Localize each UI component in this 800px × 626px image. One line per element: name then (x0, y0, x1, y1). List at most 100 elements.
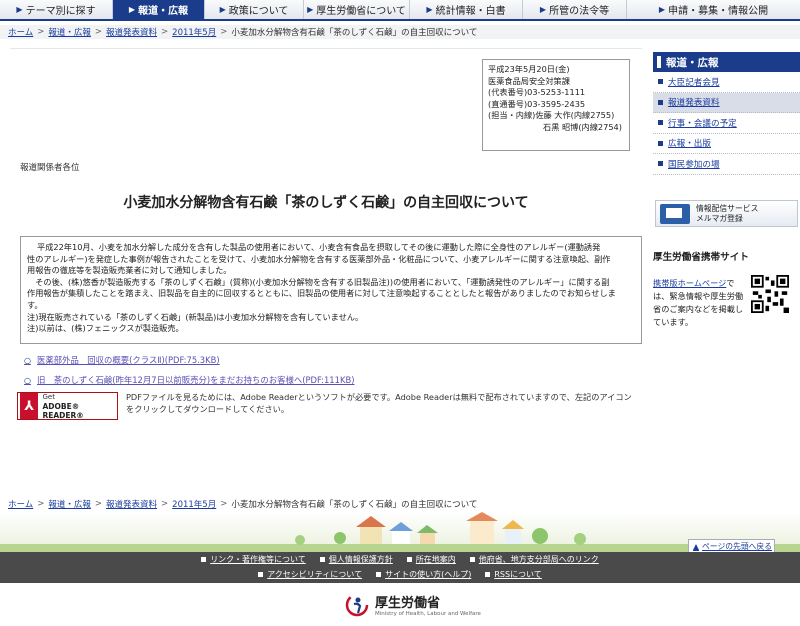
summary-line: その後、(株)悠香が製造販売する「茶のしずく石鹸」(質称)(小麦加水分解物を含有… (27, 276, 610, 287)
sidebar-item-label: 報道発表資料 (668, 98, 720, 109)
bullet-icon: ○ (24, 356, 31, 365)
page-top-label: ページの先頭へ戻る (702, 541, 773, 551)
department: 医薬食品局安全対策課 (488, 75, 570, 86)
breadcrumb-month[interactable]: 2011年5月 (172, 498, 216, 510)
footer-link-accessibility[interactable]: アクセシビリティについて (258, 569, 362, 580)
release-date: 平成23年5月20日(金) (488, 64, 570, 74)
summary-line: 作用報告が集積したことを踏まえ、旧製品を自主的に回収するとともに、旧製品の使用者… (27, 288, 616, 299)
summary-box: 平成22年10月、小麦を加水分解した成分を含有した製品の使用者において、小麦含有… (20, 236, 642, 344)
sidebar-item-participation[interactable]: 国民参加の場 (653, 154, 800, 175)
square-bullet-icon (376, 572, 382, 577)
footer-row-2: アクセシビリティについて サイトの使い方(ヘルプ) RSSについて (0, 567, 800, 582)
arrow-up-icon: ▲ (693, 541, 699, 551)
sidebar-item-publications[interactable]: 広報・出版 (653, 133, 800, 154)
footer-link-label: 所在地案内 (415, 555, 456, 564)
summary-line: す。 (27, 299, 43, 310)
sidebar-header-label: 報道・広報 (666, 56, 719, 69)
page-title: 小麦加水分解物含有石鹸「茶のしずく石鹸」の自主回収について (123, 195, 529, 211)
footer-row-1: リンク・著作権等について 個人情報保護方針 所在地案内 他府省、地方支分部局への… (0, 552, 800, 567)
nav-tab-applications[interactable]: ▶ 申請・募集・情報公開 (627, 0, 800, 19)
square-bullet-icon (658, 140, 663, 146)
breadcrumb: ホーム > 報道・広報 > 報道発表資料 > 2011年5月 > 小麦加水分解物… (0, 25, 800, 39)
press-info-box: 平成23年5月20日(金) 医薬食品局安全対策課 (代表番号)03-5253-1… (482, 59, 630, 151)
breadcrumb-current: 小麦加水分解物含有石鹸「茶のしずく石鹸」の自主回収について (231, 28, 478, 38)
sidebar-item-label: 大臣記者会見 (668, 77, 720, 88)
footer-link-label: RSSについて (494, 570, 542, 579)
footer-link-location[interactable]: 所在地案内 (406, 554, 456, 565)
adobe-reader-label: ADOBE® READER® (42, 401, 84, 420)
main-content: 平成23年5月20日(金) 医薬食品局安全対策課 (代表番号)03-5253-1… (10, 48, 642, 444)
square-bullet-icon (658, 99, 663, 105)
adobe-logo-icon: ⅄ (20, 393, 39, 419)
sidebar-item-events[interactable]: 行事・会議の予定 (653, 113, 800, 134)
square-bullet-icon (201, 557, 207, 562)
breadcrumb-home[interactable]: ホーム (8, 26, 33, 38)
ministry-emblem-icon (345, 593, 369, 616)
footer-link-privacy[interactable]: 個人情報保護方針 (319, 554, 393, 565)
sidebar-item-label: 広報・出版 (668, 139, 711, 150)
footer-link-help[interactable]: サイトの使い方(ヘルプ) (376, 569, 471, 580)
adobe-description: PDFファイルを見るためには、Adobe Readerというソフトが必要です。A… (126, 392, 632, 414)
square-bullet-icon (658, 161, 663, 167)
breadcrumb-press[interactable]: 報道・広報 (48, 498, 91, 510)
footer-illustration (0, 512, 800, 552)
square-bullet-icon (469, 557, 475, 562)
nav-tab-laws[interactable]: ▶ 所管の法令等 (523, 0, 627, 19)
summary-line: 注)以前は、(株)フェニックスが製造販売。 (27, 323, 184, 334)
square-bullet-icon (319, 557, 325, 562)
contact-person-1: (担当・内線)佐藤 大作(内線2755) (488, 110, 615, 120)
square-bullet-icon (406, 557, 412, 562)
ministry-name-en: Ministry of Health, Labour and Welfare (375, 611, 481, 617)
mobile-site-link[interactable]: 携帯版ホームページ (653, 278, 726, 288)
mobile-site-text: 携帯版ホームページでは、緊急情報や厚生労働省のご案内などを掲載しています。 (653, 277, 745, 329)
footer-link-copyright[interactable]: リンク・著作権等について (201, 554, 306, 565)
square-bullet-icon (658, 79, 663, 85)
footer-link-label: 他府省、地方支分部局へのリンク (478, 555, 599, 564)
square-bullet-icon (485, 572, 491, 577)
mail-banner-line2: メルマガ登録 (696, 213, 743, 223)
breadcrumb-releases[interactable]: 報道発表資料 (106, 498, 157, 510)
mail-banner-line1: 情報配信サービス (696, 203, 759, 213)
adobe-reader-button[interactable]: ⅄ Get ADOBE® READER® (17, 392, 118, 420)
breadcrumb-month[interactable]: 2011年5月 (172, 26, 216, 38)
mobile-site-heading: 厚生労働省携帯サイト (653, 252, 749, 263)
footer-link-label: リンク・著作権等について (210, 555, 306, 564)
breadcrumb-releases[interactable]: 報道発表資料 (106, 26, 157, 38)
nav-tab-statistics[interactable]: ▶ 統計情報・白書 (410, 0, 523, 19)
summary-line: 用報告の徹底等を製造販売業者に対して通知しました。 (27, 265, 232, 276)
sidebar-item-label: 国民参加の場 (668, 159, 720, 170)
nav-tab-about[interactable]: ▶ 厚生労働省について (304, 0, 410, 19)
pdf-link-customer-notice[interactable]: ○ 旧 茶のしずく石鹸(昨年12月7日以前販売分)をまだお持ちのお客様へ(PDF… (24, 374, 354, 386)
nav-tab-policy[interactable]: ▶ 政策について (205, 0, 304, 19)
sidebar-item-press-releases[interactable]: 報道発表資料 (653, 92, 800, 113)
breadcrumb-home[interactable]: ホーム (8, 498, 33, 510)
addressee: 報道関係者各位 (20, 163, 80, 173)
sidebar-item-press-conference[interactable]: 大臣記者会見 (653, 72, 800, 93)
ministry-logo[interactable]: 厚生労働省 Ministry of Health, Labour and Wel… (345, 592, 481, 617)
ministry-name-jp: 厚生労働省 (375, 596, 441, 611)
phone-direct: (直通番号)03-3595-2435 (488, 98, 586, 109)
adobe-button-text: Get ADOBE® READER® (42, 393, 117, 420)
footer-link-label: 個人情報保護方針 (328, 555, 393, 564)
footer-link-other-ministries[interactable]: 他府省、地方支分部局へのリンク (469, 554, 599, 565)
mail-envelope-icon (660, 203, 690, 224)
page-top-button[interactable]: ▲ ページの先頭へ戻る (688, 539, 775, 553)
breadcrumb-press[interactable]: 報道・広報 (48, 26, 91, 38)
ministry-logo-text: 厚生労働省 Ministry of Health, Labour and Wel… (375, 592, 481, 617)
summary-line: 性のアレルギー)を発症した事例が報告されたことを受けて、小麦加水分解物を含有する… (27, 253, 611, 264)
breadcrumb-bottom: ホーム > 報道・広報 > 報道発表資料 > 2011年5月 > 小麦加水分解物… (0, 497, 800, 511)
sidebar: 報道・広報 大臣記者会見 報道発表資料 行事・会議の予定 広報・出版 国民参加の… (653, 52, 800, 175)
nav-tab-press[interactable]: ▶ 報道・広報 (113, 0, 205, 19)
mailmagazine-banner[interactable]: 情報配信サービス メルマガ登録 (655, 200, 798, 227)
square-bullet-icon (658, 120, 663, 126)
sidebar-header: 報道・広報 (653, 52, 800, 72)
mail-banner-text: 情報配信サービス メルマガ登録 (696, 204, 758, 224)
square-bullet-icon (258, 572, 264, 577)
pdf-link-recall-summary[interactable]: ○ 医薬部外品 回収の概要(クラスⅡ)(PDF:75.3KB) (24, 354, 220, 366)
phone-main: (代表番号)03-5253-1111 (488, 87, 586, 97)
sidebar-item-label: 行事・会議の予定 (668, 118, 737, 129)
footer-link-rss[interactable]: RSSについて (485, 569, 542, 580)
summary-line: 注)現在販売されている「茶のしずく石鹸」(新製品)は小麦加水分解物を含有していま… (27, 311, 364, 322)
nav-tab-theme[interactable]: ▶ テーマ別に探す (0, 0, 113, 19)
footer-link-label: アクセシビリティについて (267, 570, 363, 579)
